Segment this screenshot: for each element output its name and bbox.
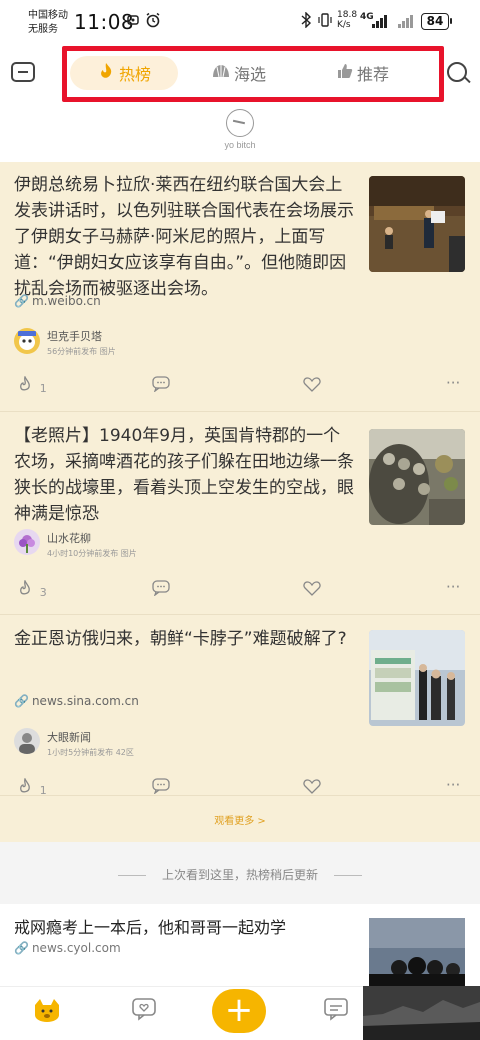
comment-button[interactable]	[152, 376, 170, 396]
carrier-service: 无服务	[28, 24, 58, 35]
like-count: 1	[39, 382, 47, 395]
link-icon: 🔗	[14, 694, 29, 708]
favorite-button[interactable]	[303, 580, 321, 600]
like-button[interactable]: 1	[18, 375, 47, 396]
menu-icon[interactable]	[11, 62, 35, 82]
like-count: 3	[39, 586, 47, 599]
heart-icon	[303, 581, 321, 596]
card-meta: 56分钟前发布 图片	[47, 347, 116, 356]
vibrate-icon	[318, 12, 332, 32]
tab-hot-label: 热榜	[118, 65, 151, 84]
fire-icon	[97, 62, 115, 84]
card-title[interactable]: 金正恩访俄归来，朝鲜“卡脖子”难题破解了?	[14, 626, 354, 652]
favorite-button[interactable]	[303, 376, 321, 396]
card-title[interactable]: 【老照片】1940年9月，英国肯特郡的一个农场，采摘啤酒花的孩子们躲在田地边缘一…	[14, 423, 354, 527]
feed-card[interactable]: 【老照片】1940年9月，英国肯特郡的一个农场，采摘啤酒花的孩子们躲在田地边缘一…	[0, 413, 480, 615]
like-button[interactable]: 3	[18, 579, 47, 600]
carrier-info: 中国移动 无服务	[28, 9, 68, 37]
more-options-icon[interactable]: ···	[446, 776, 460, 794]
network-speed-unit: K/s	[337, 20, 351, 30]
avatar[interactable]	[14, 728, 40, 754]
card-thumbnail[interactable]	[369, 630, 465, 726]
floating-thumbnail	[363, 986, 480, 1040]
carrier-name: 中国移动	[28, 10, 68, 21]
signal-icon	[372, 14, 392, 28]
card-thumbnail[interactable]	[369, 176, 465, 272]
tab-selection-label: 海选	[233, 65, 266, 84]
feed-card[interactable]: 金正恩访俄归来，朝鲜“卡脖子”难题破解了? 🔗 news.sina.com.cn …	[0, 616, 480, 797]
nav-messages[interactable]	[131, 997, 157, 1025]
card-source-text: news.cyol.com	[31, 941, 121, 955]
more-options-icon[interactable]: ···	[446, 578, 460, 596]
hot-feed: 伊朗总统易卜拉欣·莱西在纽约联合国大会上发表讲话时，以色列驻联合国代表在会场展示…	[0, 162, 480, 842]
comment-icon	[152, 376, 170, 393]
view-more-link[interactable]: 观看更多 >	[0, 812, 480, 827]
comment-icon	[152, 778, 170, 795]
card-source[interactable]: 🔗 news.cyol.com	[14, 941, 121, 955]
alarm-icon	[145, 12, 161, 32]
search-icon[interactable]	[447, 62, 467, 82]
nav-chat[interactable]	[323, 997, 349, 1025]
link-icon: 🔗	[14, 941, 29, 955]
card-author[interactable]: 大眼新闻	[47, 729, 91, 745]
thumbs-up-icon	[337, 63, 353, 83]
card-title[interactable]: 戒网瘾考上一本后，他和哥哥一起劝学	[14, 914, 286, 938]
battery-icon: 84	[421, 13, 452, 30]
card-actions: 1 ···	[0, 776, 480, 802]
card-thumbnail[interactable]	[369, 429, 465, 525]
card-thumbnail[interactable]	[369, 918, 465, 986]
tab-hot[interactable]: 热榜	[70, 56, 178, 90]
last-read-divider: 上次看到这里，热榜稍后更新	[0, 842, 480, 904]
top-header: 热榜 海选 推荐 yo bitch	[0, 44, 480, 162]
card-author[interactable]: 坦克手贝塔	[47, 328, 102, 344]
feed-card[interactable]: 伊朗总统易卜拉欣·莱西在纽约联合国大会上发表讲话时，以色列驻联合国代表在会场展示…	[0, 162, 480, 412]
heart-icon	[303, 377, 321, 392]
like-count: 1	[39, 784, 47, 797]
mascot-face-icon	[226, 109, 254, 137]
mascot[interactable]: yo bitch	[210, 109, 270, 150]
notification-icon	[126, 13, 140, 31]
nav-home[interactable]	[32, 995, 62, 1027]
status-bar: 中国移动 无服务 11:08 18.8 K/s 4G 84	[0, 0, 480, 44]
link-icon: 🔗	[14, 294, 29, 308]
tab-recommend-label: 推荐	[356, 65, 389, 84]
card-actions: 3 ···	[0, 578, 480, 604]
network-speed-value: 18.8	[337, 10, 358, 20]
flame-outline-icon	[20, 579, 30, 595]
card-source[interactable]: 🔗 news.sina.com.cn	[14, 694, 139, 708]
divider-line	[334, 875, 362, 876]
card-source-text: m.weibo.cn	[31, 294, 101, 308]
avatar[interactable]	[14, 529, 40, 555]
flame-outline-icon	[20, 777, 30, 793]
heart-message-icon	[132, 998, 156, 1021]
bluetooth-icon	[300, 11, 312, 32]
tab-recommend[interactable]: 推荐	[322, 56, 404, 90]
more-options-icon[interactable]: ···	[446, 374, 460, 392]
shell-icon	[212, 63, 230, 83]
comment-button[interactable]	[152, 580, 170, 600]
flame-outline-icon	[20, 375, 30, 391]
tab-selection[interactable]: 海选	[198, 56, 280, 90]
avatar[interactable]	[14, 328, 40, 354]
signal-secondary-icon	[398, 14, 416, 28]
network-speed: 18.8 K/s	[337, 10, 357, 30]
comment-icon	[152, 580, 170, 597]
card-meta: 4小时10分钟前发布 图片	[47, 549, 137, 558]
dog-mascot-icon	[35, 999, 59, 1022]
card-source-text: news.sina.com.cn	[31, 694, 139, 708]
like-button[interactable]: 1	[18, 777, 47, 798]
feed-card[interactable]: 戒网瘾考上一本后，他和哥哥一起劝学 🔗 news.cyol.com	[0, 904, 480, 986]
last-read-text[interactable]: 上次看到这里，热榜稍后更新	[0, 866, 480, 883]
card-source[interactable]: 🔗 m.weibo.cn	[14, 294, 101, 308]
comment-button[interactable]	[152, 778, 170, 798]
mascot-label: yo bitch	[224, 140, 256, 150]
card-meta: 1小时5分钟前发布 42区	[47, 748, 134, 757]
favorite-button[interactable]	[303, 778, 321, 798]
heart-icon	[303, 779, 321, 794]
chat-icon	[324, 998, 348, 1021]
card-author[interactable]: 山水花柳	[47, 530, 91, 546]
create-post-button[interactable]: +	[212, 989, 266, 1033]
card-actions: 1 ···	[0, 374, 480, 400]
card-title[interactable]: 伊朗总统易卜拉欣·莱西在纽约联合国大会上发表讲话时，以色列驻联合国代表在会场展示…	[14, 172, 354, 302]
